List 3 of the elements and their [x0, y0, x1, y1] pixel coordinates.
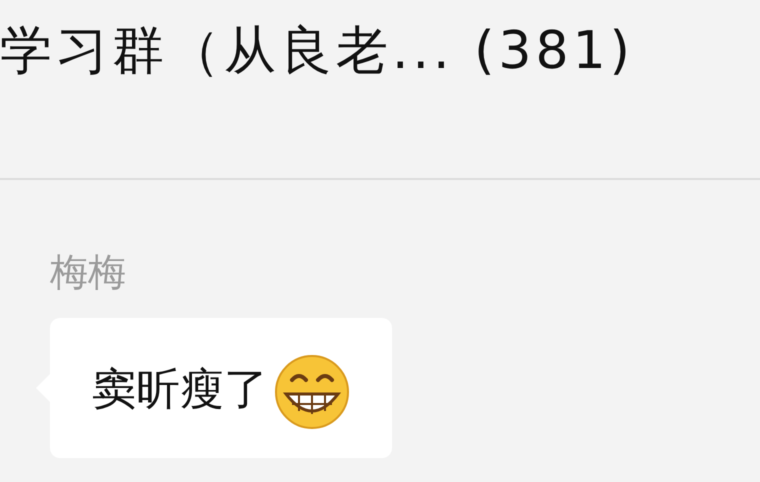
sender-name: 梅梅 [50, 250, 126, 296]
message-text: 窦昕瘦了 [92, 363, 268, 417]
chat-title: 学习群（从良老... (381) [0, 20, 634, 83]
